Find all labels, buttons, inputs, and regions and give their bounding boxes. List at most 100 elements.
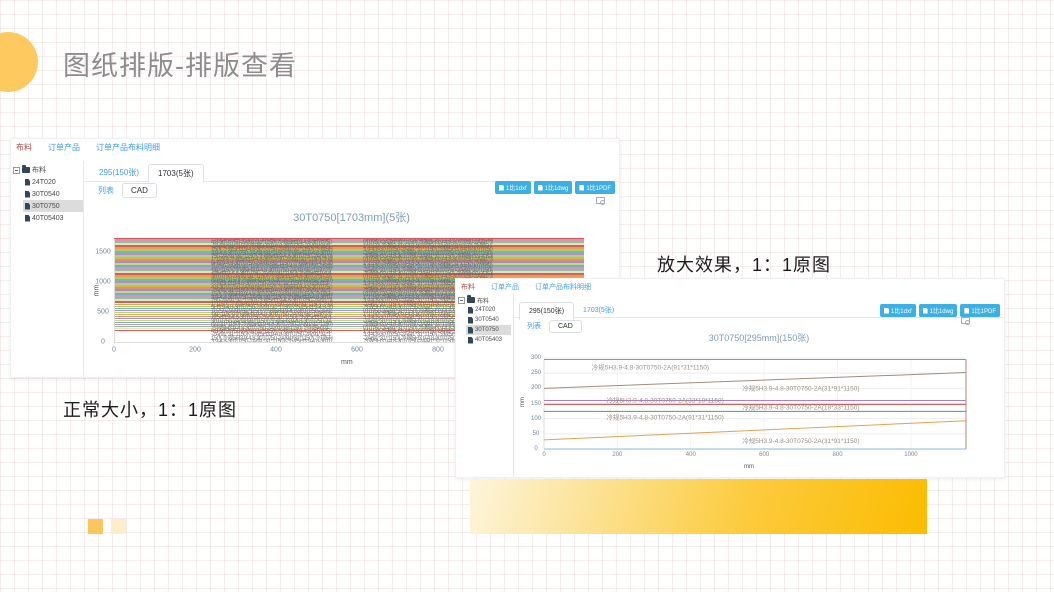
file-icon [579, 185, 584, 191]
tree-node-label: 30T0540 [32, 191, 60, 198]
document-icon [468, 317, 473, 324]
tree-node-24T020[interactable]: 24T020 [466, 305, 511, 315]
save-image-icon[interactable] [961, 317, 970, 324]
decorative-gradient-bar [470, 479, 927, 534]
tree-node-label: 24T020 [475, 307, 495, 313]
strip-label: 冷规5H3.9-4.8-30T0750-2A(31*91*1150) [742, 436, 859, 445]
export-button-label: 1比1dwg [545, 183, 569, 192]
material-tree: 布料 24T020 30T0540 30T0750 40T05403 [11, 164, 83, 224]
y-axis-line [114, 239, 115, 342]
strip-label: 冷规5H3.9-4.8-30T0750-2A(91*31*1150) [606, 413, 723, 422]
x-axis-title: mm [744, 464, 754, 470]
tree-node-label: 40T05403 [32, 215, 64, 222]
strip-label: 冷规5H3.9-4.8-30T0750-2A(31*91*1150) [742, 383, 859, 392]
x-tick-label: 200 [189, 347, 201, 354]
export-button-1比1PDF[interactable]: 1比1PDF [960, 304, 1000, 317]
size-tab-295(150张)[interactable]: 295(150张) [519, 302, 574, 320]
tree-node-root[interactable]: 布料 [11, 164, 83, 176]
top-tab-订单产品[interactable]: 订单产品 [491, 284, 519, 291]
collapse-icon[interactable] [458, 297, 465, 304]
file-icon [884, 308, 889, 314]
top-tab-布料[interactable]: 布料 [461, 284, 475, 291]
top-nav-tabs: 布料 订单产品 订单产品布料明细 [461, 282, 607, 292]
decorative-square [111, 519, 126, 534]
document-icon [25, 215, 30, 222]
tree-node-30T0540[interactable]: 30T0540 [466, 315, 511, 325]
export-button-1比1dxf[interactable]: 1比1dxf [495, 181, 531, 194]
tree-node-30T0750[interactable]: 30T0750 [466, 325, 511, 335]
tree-node-label: 40T05403 [475, 337, 502, 343]
export-buttons: 1比1dxf 1比1dwg 1比1PDF [495, 181, 615, 194]
tree-node-label: 24T020 [32, 179, 56, 186]
tree-node-30T0540[interactable]: 30T0540 [23, 188, 83, 200]
export-button-1比1dxf[interactable]: 1比1dxf [880, 304, 916, 317]
size-tabs: 295(150张)1703(5张) [84, 163, 619, 182]
x-axis-title: mm [341, 359, 353, 366]
export-button-1比1PDF[interactable]: 1比1PDF [575, 181, 615, 194]
tree-node-label: 布料 [477, 296, 489, 305]
tree-node-label: 30T0540 [475, 317, 499, 323]
y-tick-label: 0 [101, 339, 105, 346]
size-tab-1703(5张)[interactable]: 1703(5张) [574, 302, 623, 318]
tree-node-24T020[interactable]: 24T020 [23, 176, 83, 188]
top-tab-布料[interactable]: 布料 [16, 143, 32, 152]
overlapping-labels-cluster: 冷规5H3.9-4.8-30T0750-2A(91*31*1150) 冷规5H3… [211, 239, 333, 342]
export-button-label: 1比1dxf [506, 183, 527, 192]
caption-zoom-effect: 放大效果，1：1原图 [657, 251, 831, 277]
tree-node-40T05403[interactable]: 40T05403 [23, 212, 83, 224]
export-button-label: 1比1PDF [971, 306, 996, 315]
y-axis-title: mm [93, 285, 100, 297]
collapse-icon[interactable] [13, 167, 20, 174]
x-tick-label: 600 [351, 347, 363, 354]
caption-normal-size: 正常大小，1：1原图 [63, 396, 237, 422]
layout-chart-plot: 冷规5H3.9-4.8-30T0750-2A(91*31*1150) 冷规5H3.… [544, 358, 966, 449]
x-tick-label: 600 [759, 452, 769, 458]
chart-title: 30T0750[295mm](150张) [514, 331, 1004, 344]
view-tab-CAD[interactable]: CAD [122, 183, 157, 198]
size-tab-1703(5张)[interactable]: 1703(5张) [148, 164, 204, 183]
file-icon [923, 308, 928, 314]
y-tick-label: 300 [531, 355, 541, 361]
x-tick-label: 800 [432, 347, 444, 354]
decorative-square [88, 519, 103, 534]
tree-node-label: 30T0750 [475, 327, 499, 333]
view-tabs: 列表CAD [84, 183, 157, 198]
tree-node-30T0750[interactable]: 30T0750 [23, 200, 83, 212]
export-button-label: 1比1PDF [586, 183, 611, 192]
y-tick-label: 500 [97, 309, 109, 316]
accent-circle [0, 32, 38, 92]
top-tab-订单产品布料明细[interactable]: 订单产品布料明细 [535, 284, 591, 291]
material-tree: 布料 24T020 30T0540 30T0750 40T05403 [456, 295, 511, 345]
chart-title: 30T0750[1703mm](5张) [84, 209, 619, 225]
tree-node-label: 30T0750 [32, 203, 60, 210]
file-icon [538, 185, 543, 191]
x-tick-label: 400 [270, 347, 282, 354]
tree-node-label: 布料 [32, 165, 46, 175]
y-tick-label: 0 [534, 446, 537, 452]
folder-icon [22, 167, 30, 173]
document-icon [25, 191, 30, 198]
file-icon [499, 185, 504, 191]
y-tick-label: 200 [531, 385, 541, 391]
top-tab-订单产品布料明细[interactable]: 订单产品布料明细 [96, 143, 160, 152]
export-button-1比1dwg[interactable]: 1比1dwg [534, 181, 573, 194]
x-tick-label: 0 [542, 452, 545, 458]
export-button-1比1dwg[interactable]: 1比1dwg [919, 304, 958, 317]
top-tab-订单产品[interactable]: 订单产品 [48, 143, 80, 152]
save-image-icon[interactable] [596, 197, 605, 204]
export-buttons: 1比1dxf1比1dwg 1比1PDF [880, 304, 1000, 317]
y-tick-label: 250 [531, 370, 541, 376]
document-icon [468, 337, 473, 344]
app-screenshot-zoomed: 布料订单产品订单产品布料明细 布料24T02030T054030T075040T… [455, 278, 1005, 478]
x-tick-label: 400 [686, 452, 696, 458]
x-tick-label: 0 [112, 347, 116, 354]
document-icon [468, 327, 473, 334]
x-tick-label: 800 [833, 452, 843, 458]
view-tab-列表[interactable]: 列表 [90, 183, 122, 198]
document-icon [25, 203, 30, 210]
size-tab-295(150张)[interactable]: 295(150张) [90, 164, 148, 181]
document-icon [25, 179, 30, 186]
strip-label: 冷规5H3.9-4.8-30T0750-2A(18*33*1150) [742, 402, 859, 411]
tree-node-root[interactable]: 布料 [456, 295, 511, 305]
tree-node-40T05403[interactable]: 40T05403 [466, 335, 511, 345]
